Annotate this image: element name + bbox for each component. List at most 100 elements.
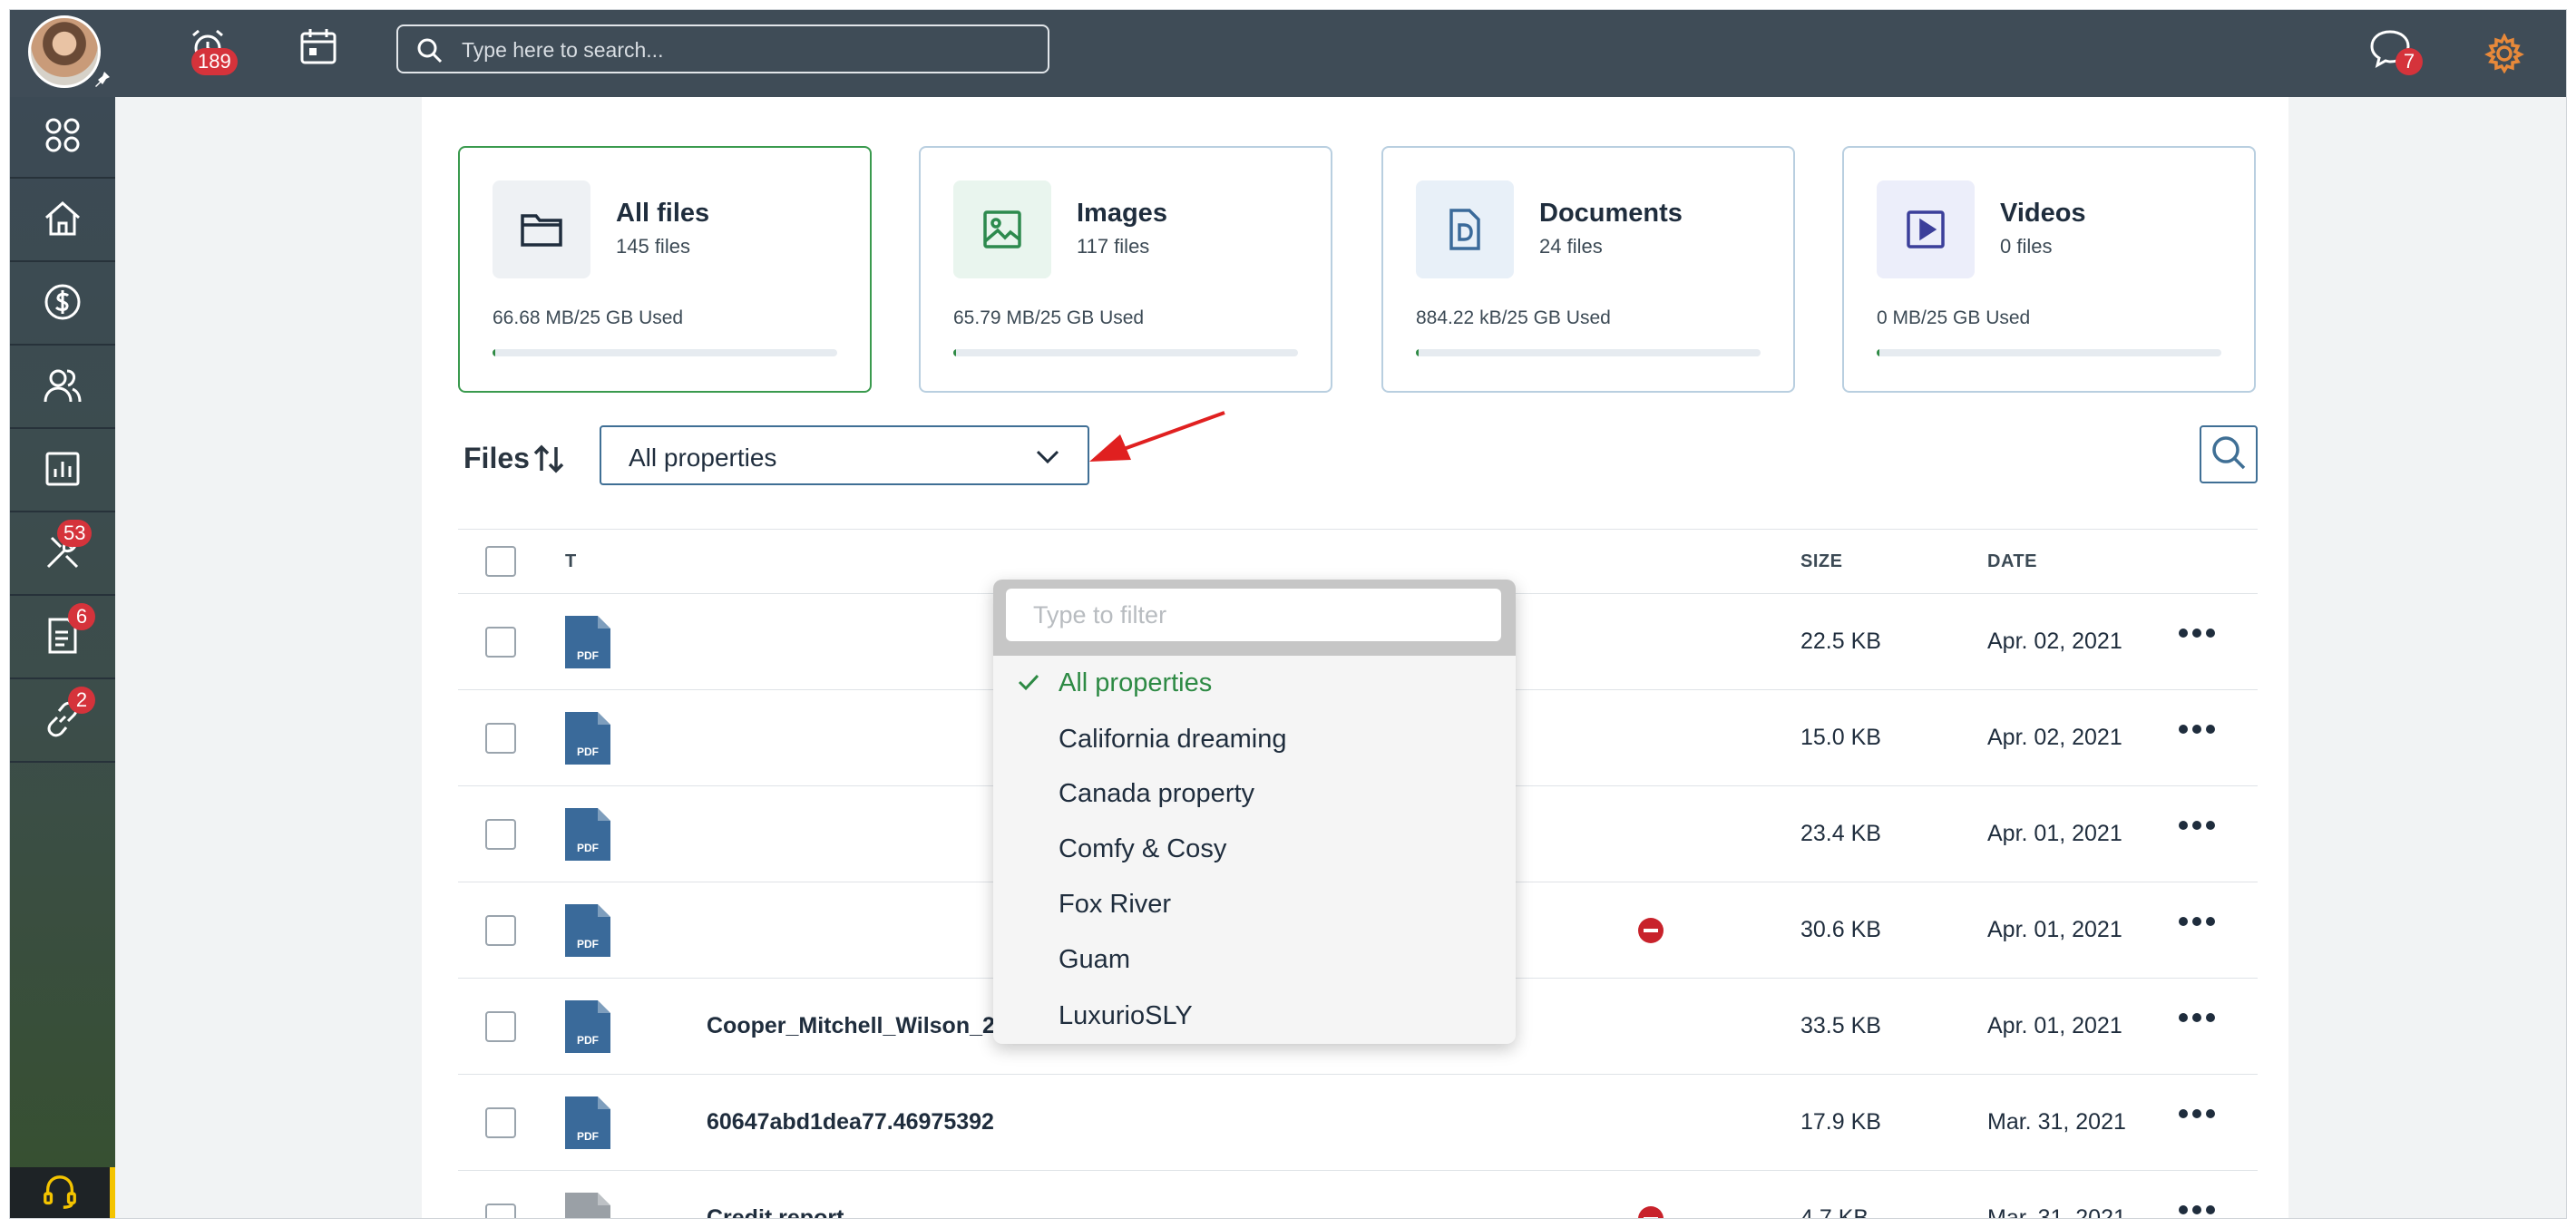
chat-badge: 7: [2395, 48, 2423, 75]
row-checkbox[interactable]: [485, 723, 516, 754]
card-count: 0 files: [2000, 235, 2053, 258]
sidebar-item-contacts[interactable]: [10, 347, 115, 429]
alarm-badge: 189: [191, 48, 238, 75]
global-search[interactable]: [396, 24, 1049, 73]
file-size: 23.4 KB: [1800, 821, 1881, 846]
table-row[interactable]: HTML Credit report 4.7 KB Mar. 31, 2021: [458, 1171, 2258, 1219]
card-documents[interactable]: Documents 24 files 884.22 kB/25 GB Used: [1381, 146, 1795, 393]
column-header-type[interactable]: T: [565, 551, 577, 572]
dropdown-option[interactable]: LuxurioSLY: [993, 989, 1516, 1043]
dropdown-option[interactable]: Guam: [993, 932, 1516, 987]
usage-bar: [493, 349, 837, 356]
sidebar-item-apps[interactable]: [10, 97, 115, 179]
pdf-file-icon: PDF: [565, 712, 610, 769]
svg-text:PDF: PDF: [577, 842, 599, 854]
calendar-icon[interactable]: [298, 26, 338, 71]
usage-bar: [1416, 349, 1761, 356]
card-videos[interactable]: Videos 0 files 0 MB/25 GB Used: [1842, 146, 2256, 393]
more-actions-icon[interactable]: [2178, 1204, 2216, 1218]
sidebar-item-links[interactable]: 2: [10, 681, 115, 763]
files-heading: Files: [463, 442, 530, 474]
usage-bar-fill: [1877, 349, 1880, 356]
file-date: Apr. 02, 2021: [1987, 725, 2122, 750]
links-badge: 2: [68, 687, 95, 714]
reports-icon: [43, 449, 83, 493]
usage-bar-fill: [493, 349, 496, 356]
card-title: Documents: [1539, 199, 1683, 228]
avatar[interactable]: [28, 15, 101, 88]
checkmark-icon: [1017, 672, 1040, 697]
more-actions-icon[interactable]: [2178, 915, 2216, 931]
property-select[interactable]: All properties: [600, 425, 1089, 485]
row-checkbox[interactable]: [485, 915, 516, 946]
file-size: 30.6 KB: [1800, 917, 1881, 942]
more-actions-icon[interactable]: [2178, 819, 2216, 835]
row-checkbox[interactable]: [485, 819, 516, 850]
table-row[interactable]: PDF 60647abd1dea77.46975392 17.9 KB Mar. 31…: [458, 1075, 2258, 1171]
folder-icon: [493, 180, 590, 278]
more-actions-icon[interactable]: [2178, 1107, 2216, 1124]
dropdown-option-label: Comfy & Cosy: [1059, 834, 1227, 863]
svg-text:PDF: PDF: [577, 1034, 599, 1047]
search-input[interactable]: [462, 34, 1024, 66]
gear-icon[interactable]: [2484, 33, 2524, 78]
document-icon: [1416, 180, 1514, 278]
dropdown-filter-input[interactable]: [1006, 589, 1501, 641]
app-window: 189 7: [9, 9, 2567, 1219]
help-button[interactable]: [10, 1167, 115, 1218]
dropdown-option-label: California dreaming: [1059, 725, 1287, 754]
row-checkbox[interactable]: [485, 1204, 516, 1218]
pdf-file-icon: PDF: [565, 616, 610, 673]
dropdown-option-label: Guam: [1059, 945, 1130, 974]
file-date: Mar. 31, 2021: [1987, 1205, 2126, 1219]
tools-badge: 53: [57, 520, 93, 547]
svg-text:PDF: PDF: [577, 938, 599, 950]
dropdown-option[interactable]: Fox River: [993, 877, 1516, 931]
property-dropdown-menu: All properties California dreaming Canada …: [993, 580, 1516, 1044]
file-date: Apr. 01, 2021: [1987, 917, 2122, 942]
sidebar-item-finance[interactable]: [10, 264, 115, 346]
sort-icon[interactable]: [532, 443, 565, 479]
file-name[interactable]: Credit report: [707, 1205, 844, 1218]
svg-text:PDF: PDF: [577, 1130, 599, 1143]
row-checkbox[interactable]: [485, 1107, 516, 1138]
dropdown-option-label: Canada property: [1059, 779, 1255, 808]
file-name[interactable]: 60647abd1dea77.46975392: [707, 1109, 994, 1135]
file-size: 33.5 KB: [1800, 1013, 1881, 1038]
sidebar-item-documents[interactable]: 6: [10, 598, 115, 679]
row-checkbox[interactable]: [485, 627, 516, 658]
more-actions-icon[interactable]: [2178, 723, 2216, 739]
dropdown-option[interactable]: Canada property: [993, 766, 1516, 821]
dropdown-option[interactable]: All properties: [993, 656, 1516, 710]
svg-text:PDF: PDF: [577, 746, 599, 758]
select-all-checkbox[interactable]: [485, 546, 516, 577]
table-search-button[interactable]: [2200, 425, 2258, 483]
html-file-icon: HTML: [565, 1193, 610, 1218]
column-header-size[interactable]: SIZE: [1800, 551, 1842, 572]
sidebar-item-tools[interactable]: 53: [10, 514, 115, 596]
pdf-file-icon: PDF: [565, 1000, 610, 1057]
row-checkbox[interactable]: [485, 1011, 516, 1042]
card-title: Videos: [2000, 199, 2086, 228]
card-title: All files: [616, 199, 710, 228]
file-date: Apr. 01, 2021: [1987, 821, 2122, 846]
blocked-icon: [1637, 917, 1664, 949]
file-date: Mar. 31, 2021: [1987, 1109, 2126, 1135]
users-icon: [43, 365, 83, 410]
column-header-date[interactable]: DATE: [1987, 551, 2037, 572]
card-images[interactable]: Images 117 files 65.79 MB/25 GB Used: [919, 146, 1332, 393]
top-bar: 189 7: [10, 10, 2566, 97]
sidebar-item-reports[interactable]: [10, 431, 115, 512]
blocked-icon: [1637, 1205, 1664, 1218]
more-actions-icon[interactable]: [2178, 1011, 2216, 1028]
usage-bar: [953, 349, 1298, 356]
svg-text:PDF: PDF: [577, 649, 599, 662]
apps-grid-icon: [43, 115, 83, 160]
sidebar-item-home[interactable]: [10, 180, 115, 262]
chevron-down-icon: [1035, 447, 1060, 470]
usage-bar-fill: [953, 349, 957, 356]
dropdown-option[interactable]: California dreaming: [993, 712, 1516, 766]
more-actions-icon[interactable]: [2178, 627, 2216, 643]
dropdown-option[interactable]: Comfy & Cosy: [993, 822, 1516, 876]
card-all-files[interactable]: All files 145 files 66.68 MB/25 GB Used: [458, 146, 872, 393]
